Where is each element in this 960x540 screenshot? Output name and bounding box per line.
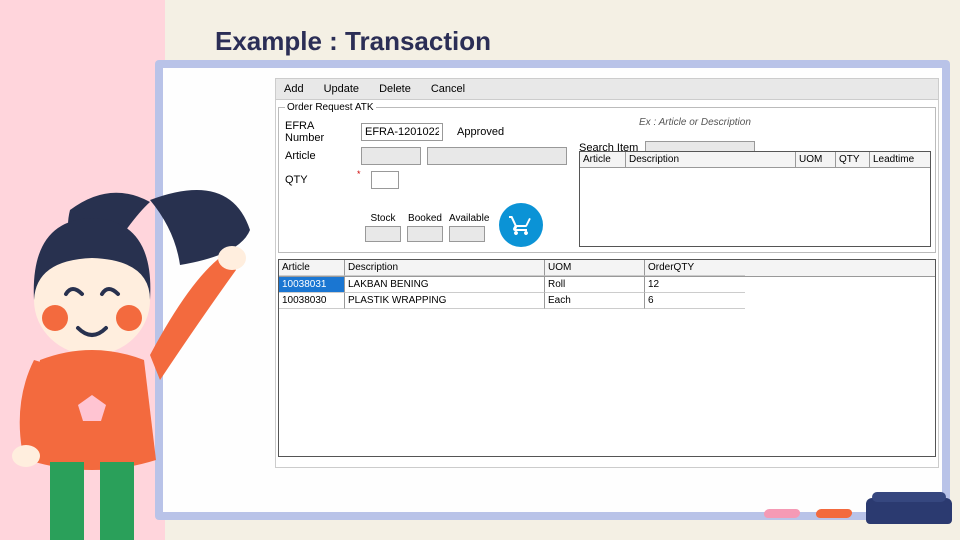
- booked-value: [407, 226, 443, 242]
- search-hint: Ex : Article or Description: [639, 117, 755, 128]
- cell-uom: Roll: [545, 277, 645, 293]
- eraser: [866, 498, 952, 524]
- marker-orange: [815, 509, 852, 518]
- toolbar: Add Update Delete Cancel: [276, 79, 938, 100]
- fieldset-legend: Order Request ATK: [285, 102, 376, 113]
- search-col-article: Article: [580, 152, 626, 167]
- stock-header: Stock: [365, 213, 401, 224]
- cell-article: 10038030: [279, 293, 345, 309]
- grid-col-orderqty: OrderQTY: [645, 260, 745, 276]
- search-col-leadtime: Leadtime: [870, 152, 930, 167]
- article-label: Article: [285, 150, 355, 162]
- search-col-qty: QTY: [836, 152, 870, 167]
- cell-orderqty: 6: [645, 293, 745, 309]
- cell-description: PLASTIK WRAPPING: [345, 293, 545, 309]
- search-col-description: Description: [626, 152, 796, 167]
- grid-col-description: Description: [345, 260, 545, 276]
- cell-article: 10038031: [279, 277, 345, 293]
- booked-header: Booked: [407, 213, 443, 224]
- order-request-fieldset: Order Request ATK EFRA Number Approved A…: [278, 102, 936, 253]
- cell-orderqty: 12: [645, 277, 745, 293]
- available-value: [449, 226, 485, 242]
- slide-title: Example : Transaction: [215, 26, 491, 57]
- character-illustration: [0, 160, 260, 540]
- article-code-input[interactable]: [361, 147, 421, 165]
- cell-description: LAKBAN BENING: [345, 277, 545, 293]
- table-row[interactable]: 10038031 LAKBAN BENING Roll 12: [279, 277, 935, 293]
- available-header: Available: [449, 213, 489, 224]
- efra-label: EFRA Number: [285, 120, 355, 144]
- required-star: *: [357, 169, 361, 179]
- cell-uom: Each: [545, 293, 645, 309]
- add-button[interactable]: Add: [280, 81, 308, 97]
- article-desc-input[interactable]: [427, 147, 567, 165]
- order-lines-grid[interactable]: Article Description UOM OrderQTY 1003803…: [278, 259, 936, 457]
- cancel-button[interactable]: Cancel: [427, 81, 469, 97]
- update-button[interactable]: Update: [320, 81, 363, 97]
- search-col-uom: UOM: [796, 152, 836, 167]
- delete-button[interactable]: Delete: [375, 81, 415, 97]
- grid-col-uom: UOM: [545, 260, 645, 276]
- table-row[interactable]: 10038030 PLASTIK WRAPPING Each 6: [279, 293, 935, 309]
- cart-icon: [509, 213, 533, 237]
- marker-pink: [763, 509, 800, 518]
- qty-input[interactable]: [371, 171, 399, 189]
- status-text: Approved: [457, 126, 504, 138]
- grid-col-article: Article: [279, 260, 345, 276]
- stock-value: [365, 226, 401, 242]
- search-results-grid[interactable]: Article Description UOM QTY Leadtime: [579, 151, 931, 247]
- app-window: Add Update Delete Cancel Order Request A…: [275, 78, 939, 468]
- qty-label: QTY: [285, 174, 355, 186]
- efra-input[interactable]: [361, 123, 443, 141]
- cart-button[interactable]: [499, 203, 543, 247]
